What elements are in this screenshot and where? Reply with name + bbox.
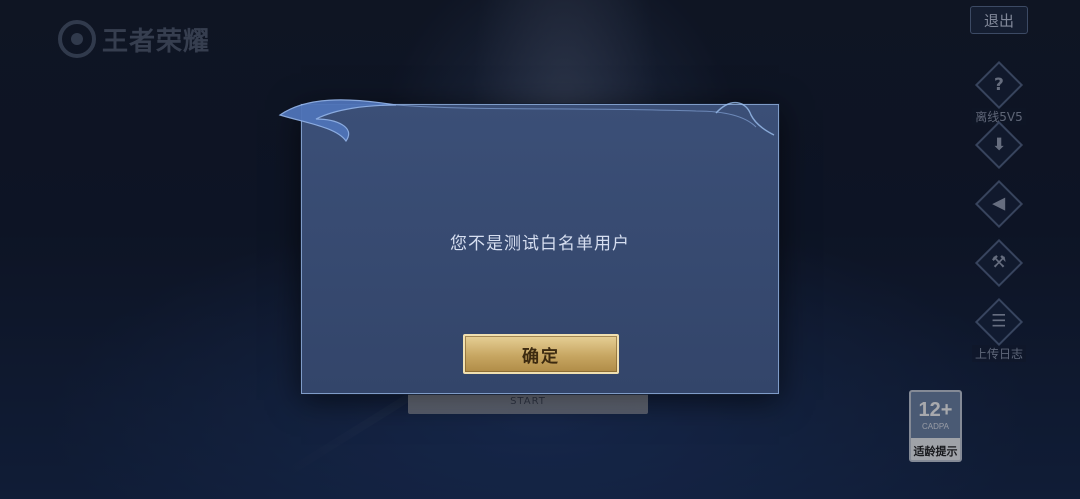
- dialog-scroll-ornament: [278, 99, 775, 143]
- alert-dialog: 您不是测试白名单用户 确定: [278, 99, 779, 394]
- confirm-button[interactable]: 确定: [463, 334, 619, 374]
- dialog-message: 您不是测试白名单用户: [450, 234, 630, 254]
